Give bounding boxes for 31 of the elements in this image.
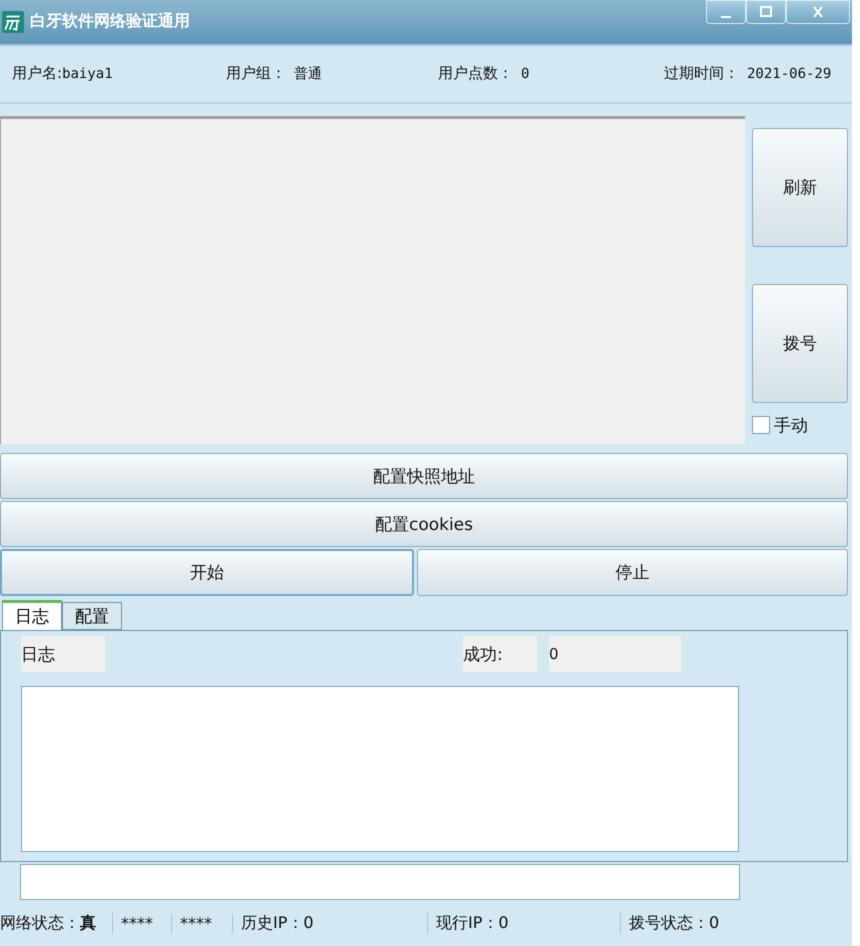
config-button[interactable]: 配置快照地址 [0, 453, 848, 500]
close-icon [811, 6, 825, 18]
tab[interactable]: 日志 [2, 600, 62, 630]
tab[interactable]: 配置 [62, 602, 122, 630]
status-text: 历史IP：0 [241, 912, 428, 934]
status-text: **** [121, 914, 172, 933]
action-button[interactable]: 开始 [0, 549, 414, 596]
status-text: 拨号状态：0 [629, 912, 720, 934]
success-count: 0 [549, 636, 681, 672]
log-label: 日志 [21, 636, 105, 672]
window-title: 白牙软件网络验证通用 [30, 11, 190, 32]
app-logo-icon [2, 10, 24, 33]
side-button[interactable]: 拨号 [752, 284, 848, 403]
close-button[interactable] [786, 0, 850, 24]
minimize-icon [721, 16, 731, 18]
minimize-button[interactable] [706, 0, 746, 24]
status-text: 网络状态：真 [0, 912, 113, 934]
maximize-button[interactable] [746, 0, 786, 24]
success-label: 成功: [463, 636, 537, 672]
status-text: **** [180, 914, 233, 933]
action-button[interactable]: 停止 [417, 549, 848, 596]
config-button[interactable]: 配置cookies [0, 501, 848, 548]
side-button[interactable]: 刷新 [752, 128, 848, 247]
user-info-text: 用户名:baiya1 [12, 64, 114, 84]
user-info-text: 过期时间： 2021-06-29 [664, 64, 832, 84]
input-field[interactable] [20, 864, 740, 900]
manual-checkbox[interactable]: 手动 [752, 414, 808, 437]
status-text: 现行IP：0 [436, 912, 621, 934]
maximize-icon [759, 6, 773, 18]
user-info-text: 用户组： 普通 [226, 64, 323, 84]
user-info-text: 用户点数： 0 [438, 64, 530, 84]
